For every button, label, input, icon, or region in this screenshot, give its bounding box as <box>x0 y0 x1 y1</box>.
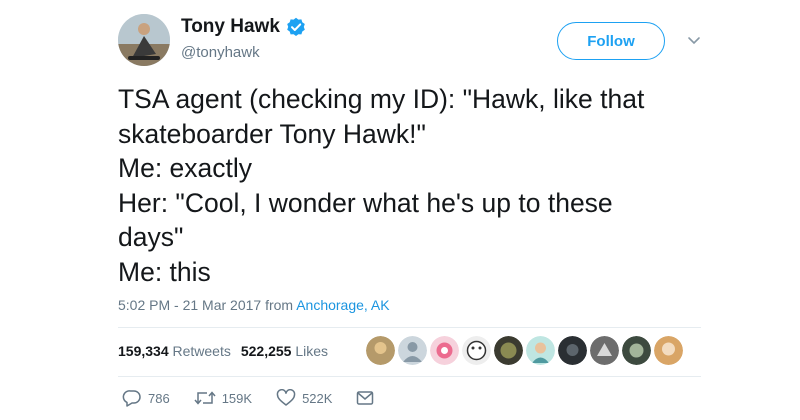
likes-count: 522,255 <box>240 343 292 359</box>
user-handle[interactable]: @tonyhawk <box>181 44 260 61</box>
tweet-line: skateboarder Tony Hawk!" <box>118 118 426 149</box>
liker-avatar[interactable] <box>430 336 459 365</box>
display-name[interactable]: Tony Hawk <box>181 16 280 38</box>
reply-icon <box>122 390 141 407</box>
like-count: 522K <box>302 390 333 406</box>
direct-message-button[interactable] <box>356 390 374 406</box>
retweet-button[interactable]: 159K <box>194 389 252 407</box>
tweet-line: Me: exactly <box>118 153 253 183</box>
follow-button[interactable]: Follow <box>557 22 665 60</box>
liker-avatars <box>366 336 683 365</box>
reply-count: 786 <box>148 390 170 406</box>
liker-avatar[interactable] <box>590 336 619 365</box>
chevron-down-icon[interactable] <box>687 36 701 46</box>
liker-avatar[interactable] <box>558 336 587 365</box>
liker-avatar[interactable] <box>654 336 683 365</box>
tweet-line: Her: "Cool, I wonder what he's up to the… <box>118 187 613 218</box>
retweets-label: Retweets <box>172 343 231 359</box>
divider <box>118 376 701 377</box>
tweet-line: Me: this <box>118 256 211 287</box>
tweet-actions: 786 159K 522K <box>122 389 398 407</box>
liker-avatar[interactable] <box>366 336 395 365</box>
envelope-icon <box>357 391 374 405</box>
reply-button[interactable]: 786 <box>122 389 170 407</box>
retweets-stat[interactable]: 159,334 Retweets <box>118 343 231 359</box>
tweet-text: TSA agent (checking my ID): "Hawk, like … <box>118 82 758 289</box>
from-label: from <box>265 297 294 313</box>
user-name-row: Tony Hawk <box>181 16 306 38</box>
engagement-stats: 159,334 Retweets 522,255 Likes <box>118 343 328 359</box>
liker-avatar[interactable] <box>462 336 491 365</box>
tweet-metadata: 5:02 PM - 21 Mar 2017 from Anchorage, AK <box>118 297 390 313</box>
retweets-count: 159,334 <box>118 343 169 359</box>
liker-avatar[interactable] <box>398 336 427 365</box>
heart-icon <box>276 389 296 406</box>
avatar-image <box>118 14 170 66</box>
verified-badge-icon <box>287 17 305 36</box>
likes-stat[interactable]: 522,255 Likes <box>241 343 328 359</box>
retweet-count: 159K <box>221 390 253 406</box>
tweet-line: TSA agent (checking my ID): "Hawk, like … <box>118 84 645 114</box>
location-link[interactable]: Anchorage, AK <box>296 297 389 313</box>
liker-avatar[interactable] <box>526 336 555 365</box>
tweet-line: days" <box>118 222 184 252</box>
divider <box>118 327 701 328</box>
like-button[interactable]: 522K <box>276 389 332 407</box>
tweet-card: Tony Hawk @tonyhawk Follow TSA agent (ch… <box>0 0 800 420</box>
liker-avatar[interactable] <box>622 336 651 365</box>
likes-label: Likes <box>295 343 329 359</box>
tweet-timestamp[interactable]: 5:02 PM - 21 Mar 2017 <box>118 297 261 313</box>
liker-avatar[interactable] <box>494 336 523 365</box>
retweet-icon <box>194 391 216 405</box>
avatar[interactable] <box>118 14 170 66</box>
